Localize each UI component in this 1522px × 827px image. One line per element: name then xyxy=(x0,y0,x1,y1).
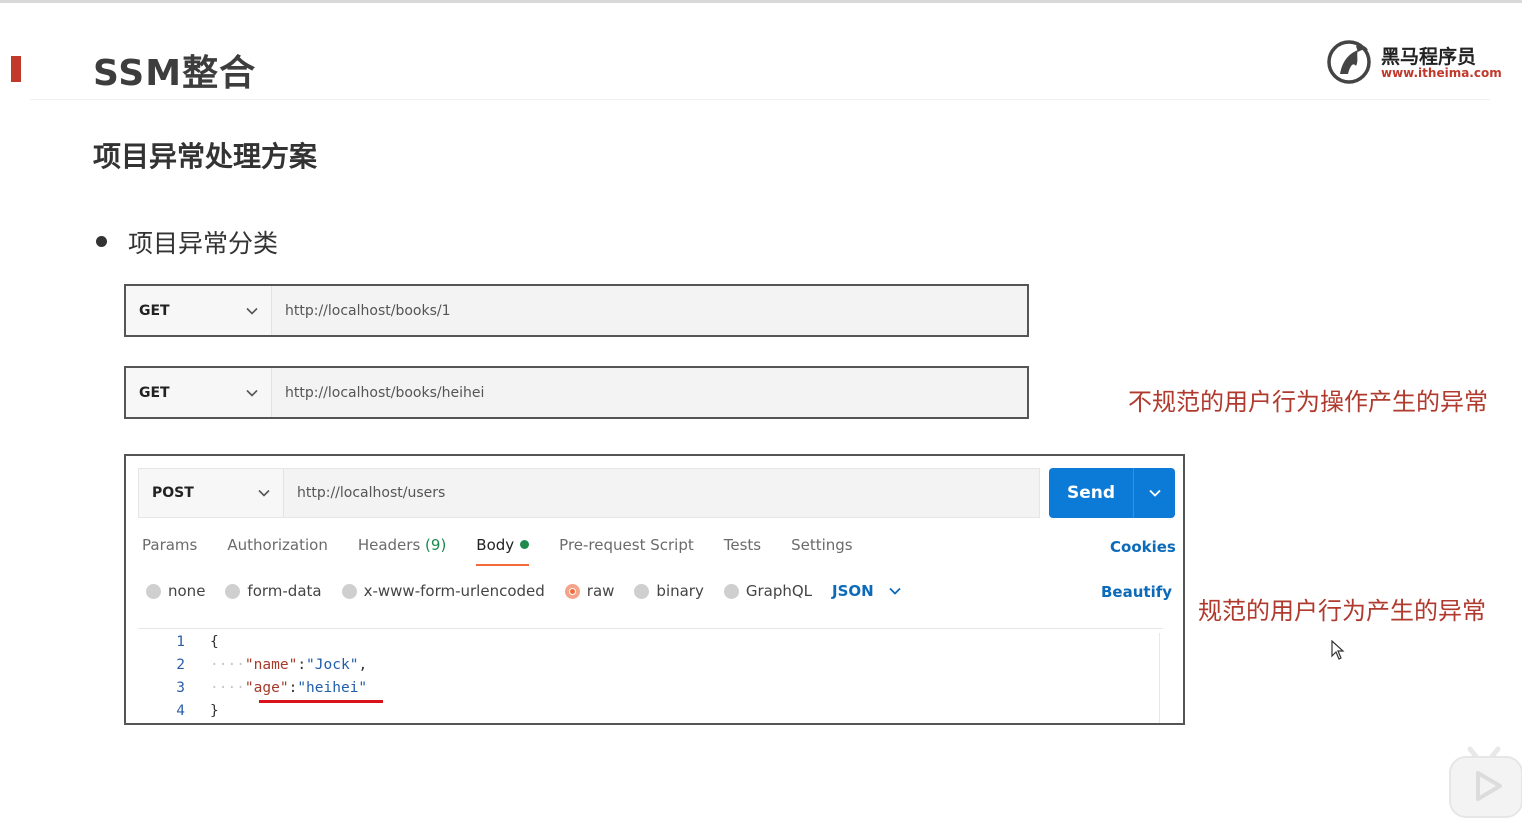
section-title: 项目异常处理方案 xyxy=(93,140,318,173)
body-mode-radio-group: none form-data x-www-form-urlencoded raw… xyxy=(146,582,902,600)
tab-body[interactable]: Body xyxy=(476,536,530,566)
method-label: GET xyxy=(139,384,170,401)
mode-raw[interactable]: raw xyxy=(564,582,615,600)
code-line: 3 ····"age":"heihei" xyxy=(138,677,367,699)
send-label: Send xyxy=(1066,483,1116,503)
code-text: { xyxy=(210,634,219,650)
brand-logo: 黑马程序员 www.itheima.com xyxy=(1326,38,1502,86)
mode-urlencoded[interactable]: x-www-form-urlencoded xyxy=(341,582,545,600)
json-key: "name" xyxy=(244,657,298,673)
tab-authorization[interactable]: Authorization xyxy=(227,536,327,566)
horse-logo-icon xyxy=(1327,40,1371,84)
tab-body-label: Body xyxy=(476,536,515,554)
red-underline-annotation xyxy=(259,700,383,703)
slide-title: SSM整合 xyxy=(93,53,257,94)
mode-none[interactable]: none xyxy=(146,582,205,600)
mode-graphql[interactable]: GraphQL xyxy=(723,582,813,600)
line-number: 3 xyxy=(176,680,185,696)
chevron-down-icon xyxy=(258,489,270,497)
method-label: GET xyxy=(139,302,170,319)
cookies-link[interactable]: Cookies xyxy=(1110,538,1176,556)
json-comma: , xyxy=(358,657,368,673)
json-value: "heihei" xyxy=(297,680,368,696)
mode-label: x-www-form-urlencoded xyxy=(363,582,545,600)
request-bar-books-1: GET http://localhost/books/1 xyxy=(124,284,1029,337)
json-value: "Jock" xyxy=(306,657,359,673)
top-border xyxy=(0,0,1522,3)
url-input[interactable]: http://localhost/books/1 xyxy=(272,286,1027,335)
mode-label: GraphQL xyxy=(745,582,813,600)
video-player-logo-icon xyxy=(1449,746,1522,818)
format-dropdown[interactable]: JSON xyxy=(832,582,902,600)
mode-label: form-data xyxy=(247,582,322,600)
mode-form-data[interactable]: form-data xyxy=(225,582,322,600)
method-dropdown[interactable]: GET xyxy=(126,368,272,417)
radio-icon xyxy=(634,583,650,599)
request-tabs: Params Authorization Headers (9) Body Pr… xyxy=(142,536,883,566)
tab-pre-request-script[interactable]: Pre-request Script xyxy=(559,536,694,566)
headers-count: (9) xyxy=(425,536,447,554)
title-accent-bar xyxy=(11,56,21,82)
tab-settings[interactable]: Settings xyxy=(791,536,853,566)
method-dropdown[interactable]: POST xyxy=(139,469,284,517)
format-label: JSON xyxy=(832,582,874,600)
mode-label: binary xyxy=(656,582,704,600)
tab-params[interactable]: Params xyxy=(142,536,197,566)
send-options-button[interactable] xyxy=(1134,486,1175,500)
code-line: 2 ····"name":"Jock", xyxy=(138,654,367,676)
mode-label: raw xyxy=(586,582,615,600)
code-line: 1 { xyxy=(138,631,219,653)
line-number: 1 xyxy=(176,634,185,650)
code-text: ····"name":"Jock", xyxy=(210,657,368,673)
radio-selected-icon xyxy=(564,583,580,599)
body-code-editor[interactable]: 1 { 2 ····"name":"Jock", 3 ····"age":"he… xyxy=(138,628,1163,725)
send-button[interactable]: Send xyxy=(1049,468,1175,518)
radio-icon xyxy=(225,583,241,599)
chevron-down-icon xyxy=(889,587,901,595)
bullet-text: 项目异常分类 xyxy=(128,229,279,258)
note-irregular-behavior: 不规范的用户行为操作产生的异常 xyxy=(1128,388,1488,416)
bullet-dot xyxy=(96,236,107,247)
mode-binary[interactable]: binary xyxy=(634,582,704,600)
line-number: 2 xyxy=(176,657,185,673)
editor-scrollbar[interactable] xyxy=(1159,633,1175,723)
body-indicator-dot xyxy=(520,540,530,549)
method-label: POST xyxy=(152,485,194,501)
chevron-down-icon xyxy=(246,307,258,315)
code-text: ····"age":"heihei" xyxy=(210,680,368,696)
beautify-link[interactable]: Beautify xyxy=(1101,583,1172,601)
tab-headers[interactable]: Headers (9) xyxy=(358,536,446,566)
chevron-down-icon xyxy=(246,389,258,397)
radio-icon xyxy=(341,583,357,599)
code-line: 4 } xyxy=(138,700,219,722)
code-text: } xyxy=(210,703,219,719)
logo-url: www.itheima.com xyxy=(1381,66,1502,80)
url-input[interactable]: http://localhost/books/heihei xyxy=(272,368,1027,417)
json-colon: : xyxy=(288,680,298,696)
json-colon: : xyxy=(297,657,307,673)
note-regular-behavior: 规范的用户行为产生的异常 xyxy=(1198,597,1486,625)
url-input[interactable]: http://localhost/users xyxy=(284,469,1039,517)
radio-icon xyxy=(146,583,161,599)
method-dropdown[interactable]: GET xyxy=(126,286,272,335)
mode-label: none xyxy=(168,582,206,600)
request-bar-users: POST http://localhost/users xyxy=(138,468,1040,518)
header-divider xyxy=(30,99,1490,100)
tab-headers-label: Headers xyxy=(357,536,421,554)
mouse-cursor-icon xyxy=(1331,640,1345,660)
postman-request-panel: POST http://localhost/users Send Params … xyxy=(124,454,1185,725)
json-key: "age" xyxy=(244,680,289,696)
logo-name: 黑马程序员 xyxy=(1381,46,1477,68)
tab-tests[interactable]: Tests xyxy=(724,536,761,566)
chevron-down-icon xyxy=(1148,489,1161,497)
radio-icon xyxy=(723,583,739,599)
line-number: 4 xyxy=(176,703,185,719)
request-bar-books-heihei: GET http://localhost/books/heihei xyxy=(124,366,1029,419)
